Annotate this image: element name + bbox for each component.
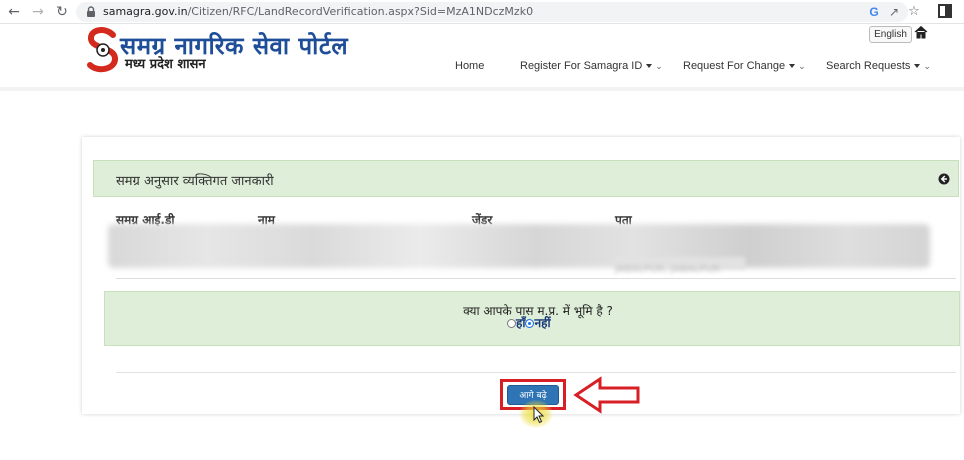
arrow-left-icon[interactable]: ← [4, 2, 24, 22]
samagra-logo-icon [87, 27, 118, 73]
caret-down-icon [914, 64, 921, 69]
sidebar-icon[interactable] [938, 4, 952, 18]
nav-home[interactable]: Home [455, 60, 484, 72]
reload-icon[interactable]: ↻ [52, 2, 72, 22]
address-bar[interactable]: samagra.gov.in/Citizen/RFC/LandRecordVer… [76, 2, 920, 22]
blurred-record-row [108, 224, 930, 268]
blurred-address-fragment: JABALPUR, JABALPUR [615, 257, 745, 275]
nav-search-requests[interactable]: Search Requests ⌄ [826, 60, 931, 72]
header-divider [0, 87, 964, 91]
nav-register[interactable]: Register For Samagra ID ⌄ [520, 60, 663, 72]
mouse-cursor-icon [533, 406, 545, 424]
home-icon[interactable] [914, 25, 928, 39]
panel-header[interactable]: समग्र अनुसार व्यक्तिगत जानकारी [93, 160, 959, 197]
panel-title: समग्र अनुसार व्यक्तिगत जानकारी [116, 174, 274, 189]
red-arrow-icon [573, 376, 640, 414]
google-icon[interactable]: G [866, 4, 882, 20]
chevron-down-icon: ⌄ [798, 61, 806, 71]
nav-home-label: Home [455, 60, 485, 72]
caret-down-icon [646, 64, 653, 69]
row-divider [116, 278, 956, 279]
nav-request-change[interactable]: Request For Change ⌄ [683, 60, 806, 72]
share-icon[interactable]: ↗ [886, 4, 902, 20]
nav-register-label: Register For Samagra ID [520, 60, 643, 72]
arrow-right-icon[interactable]: → [28, 2, 48, 22]
nav-search-requests-label: Search Requests [826, 60, 911, 72]
chevron-down-icon: ⌄ [655, 61, 663, 71]
radio-no-label[interactable]: नहीं [534, 316, 550, 330]
section-divider [116, 372, 956, 373]
star-icon[interactable]: ☆ [906, 4, 922, 20]
nav-request-change-label: Request For Change [683, 60, 786, 72]
lock-icon [87, 6, 95, 17]
chevron-down-icon: ⌄ [923, 61, 931, 71]
radio-yes-label[interactable]: हाँ [516, 316, 525, 330]
circle-arrow-icon[interactable] [938, 173, 950, 185]
radio-yes[interactable] [507, 319, 516, 328]
url-host: samagra.gov.in [103, 5, 188, 18]
language-button[interactable]: English [869, 26, 912, 43]
caret-down-icon [789, 64, 796, 69]
land-radio-group: हाँ नहीं [507, 314, 551, 331]
land-question-box: क्या आपके पास म.प्र. में भूमि है ? हाँ नह… [104, 291, 960, 346]
url-path: /Citizen/RFC/LandRecordVerification.aspx… [187, 5, 534, 18]
url-text: samagra.gov.in/Citizen/RFC/LandRecordVer… [103, 5, 533, 19]
brand-subtitle: मध्य प्रदेश शासन [125, 57, 206, 72]
browser-toolbar: ← → ↻ samagra.gov.in/Citizen/RFC/LandRec… [0, 0, 964, 24]
